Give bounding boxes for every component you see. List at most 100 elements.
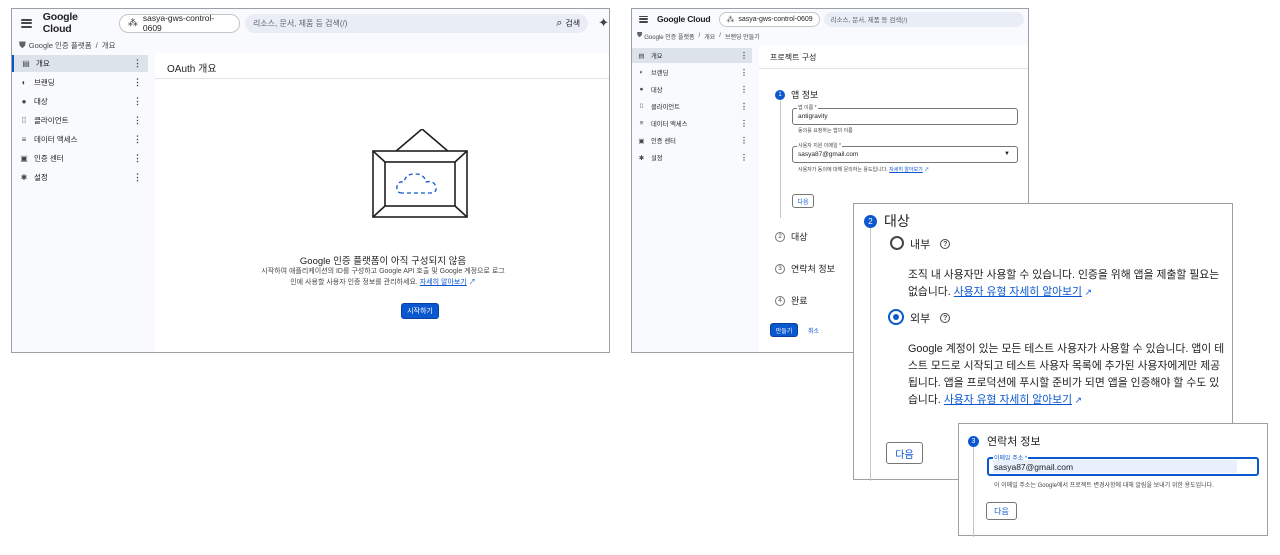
step-title: 완료 bbox=[791, 296, 808, 306]
google-cloud-logo[interactable]: Google Cloud bbox=[657, 14, 711, 24]
radio-label: 내부 bbox=[910, 239, 931, 251]
description-line: 조직 내 사용자만 사용할 수 있습니다. 인증을 위해 앱을 제출할 필요는 bbox=[908, 269, 1220, 281]
top-bar: Google Cloud ⁂ sasya-gws-control-0609 리소… bbox=[632, 9, 1028, 29]
search-bar[interactable]: 리소스, 문서, 제품 등 검색(/) bbox=[823, 11, 1024, 27]
app-name-input[interactable]: antigravity bbox=[798, 113, 828, 120]
sidebar-item-data-access[interactable]: ≡ 데이터 액세스 ⋮ bbox=[632, 116, 752, 131]
breadcrumb-item[interactable]: 개요 bbox=[704, 32, 715, 41]
sidebar-item-verification-center[interactable]: ▣ 인증 센터 ⋮ bbox=[12, 150, 148, 167]
search-input[interactable]: 리소스, 문서, 제품 등 검색(/) bbox=[253, 18, 348, 29]
internal-description: 조직 내 사용자만 사용할 수 있습니다. 인증을 위해 앱을 제출할 필요는 … bbox=[908, 267, 1219, 301]
breadcrumb-separator: / bbox=[95, 40, 98, 50]
sidebar-item-verification-center[interactable]: ▣ 인증 센터 ⋮ bbox=[632, 133, 752, 148]
sidebar-item-clients[interactable]: ⁞⁞ 클라이언트 ⋮ bbox=[632, 99, 752, 114]
menu-icon[interactable] bbox=[639, 15, 648, 23]
breadcrumb-item[interactable]: Google 인증 플랫폼 bbox=[29, 40, 92, 51]
step-title: 연락처 정보 bbox=[791, 264, 835, 274]
help-icon[interactable]: ? bbox=[940, 313, 951, 323]
sidebar-item-settings[interactable]: ✱ 설정 ⋮ bbox=[12, 169, 148, 186]
more-vert-icon[interactable]: ⋮ bbox=[740, 85, 748, 94]
sidebar-item-label: 데이터 액세스 bbox=[34, 135, 78, 144]
contact-email-field[interactable]: 이메일 주소 * sasya87@gmail.com bbox=[987, 453, 1259, 476]
project-icon: ⁂ bbox=[726, 14, 735, 24]
create-button[interactable]: 만들기 bbox=[770, 323, 798, 337]
gear-icon: ✱ bbox=[20, 173, 28, 182]
sidebar-item-overview[interactable]: ▤ 개요 ⋮ bbox=[12, 55, 148, 72]
empty-state-line: 시작하여 애플리케이션의 ID를 구성하고 Google API 호출 및 Go… bbox=[261, 268, 505, 275]
more-vert-icon[interactable]: ⋮ bbox=[133, 77, 142, 88]
step-title: 연락처 정보 bbox=[987, 436, 1041, 448]
next-button[interactable]: 다음 bbox=[986, 502, 1017, 520]
title-divider bbox=[155, 78, 609, 79]
google-cloud-logo[interactable]: Google Cloud bbox=[43, 11, 108, 35]
sidebar-item-data-access[interactable]: ≡ 데이터 액세스 ⋮ bbox=[12, 131, 148, 148]
project-picker[interactable]: ⁂ sasya-gws-control-0609 bbox=[719, 11, 820, 27]
support-email-field[interactable]: 사용자 지원 이메일 * sasya87@gmail.com ▼ bbox=[792, 142, 1018, 163]
step-contact-info: 3 연락처 정보 bbox=[968, 433, 1041, 449]
palette-icon: ◐ bbox=[21, 78, 27, 87]
sidebar-item-label: 클라이언트 bbox=[34, 116, 69, 125]
person-icon: ● bbox=[21, 97, 27, 106]
breadcrumb-item[interactable]: 개요 bbox=[102, 40, 116, 51]
more-vert-icon[interactable]: ⋮ bbox=[740, 136, 748, 145]
sidebar-item-audience[interactable]: ● 대상 ⋮ bbox=[12, 93, 148, 110]
sidebar-item-label: 데이터 액세스 bbox=[651, 121, 688, 128]
step-number: 3 bbox=[968, 435, 979, 447]
more-vert-icon[interactable]: ⋮ bbox=[133, 172, 142, 183]
open-in-new-icon: ↗ bbox=[922, 167, 930, 173]
more-vert-icon[interactable]: ⋮ bbox=[740, 119, 748, 128]
project-picker[interactable]: ⁂ sasya-gws-control-0609 bbox=[118, 13, 240, 33]
stepper-line bbox=[870, 228, 871, 481]
more-vert-icon[interactable]: ⋮ bbox=[133, 96, 142, 107]
more-vert-icon[interactable]: ⋮ bbox=[133, 134, 142, 145]
description-line: 습니다. bbox=[908, 394, 941, 406]
contact-email-input[interactable]: sasya87@gmail.com bbox=[993, 460, 1237, 473]
support-email-select[interactable]: sasya87@gmail.com bbox=[798, 151, 858, 158]
sidebar-item-branding[interactable]: ◐ 브랜딩 ⋮ bbox=[12, 74, 148, 91]
dropdown-arrow-icon[interactable]: ▼ bbox=[1004, 151, 1010, 157]
app-name-field[interactable]: 앱 이름 * antigravity bbox=[792, 104, 1018, 125]
more-vert-icon[interactable]: ⋮ bbox=[740, 68, 748, 77]
internal-radio[interactable] bbox=[890, 236, 904, 250]
shield-icon: ⛊ bbox=[19, 39, 26, 50]
project-name: sasya-gws-control-0609 bbox=[738, 15, 813, 23]
user-type-learn-more-link[interactable]: 사용자 유형 자세히 알아보기 bbox=[944, 394, 1072, 406]
step-app-info: 1 앱 정보 bbox=[775, 88, 818, 101]
breadcrumb: ⛊ Google 인증 플랫폼 / 개요 / 브랜딩 만들기 bbox=[637, 30, 760, 42]
more-vert-icon[interactable]: ⋮ bbox=[133, 115, 142, 126]
search-input[interactable]: 리소스, 문서, 제품 등 검색(/) bbox=[831, 14, 908, 24]
more-vert-icon[interactable]: ⋮ bbox=[740, 102, 748, 111]
project-icon: ⁂ bbox=[127, 17, 138, 29]
next-button[interactable]: 다음 bbox=[886, 442, 923, 464]
page-title: 프로젝트 구성 bbox=[770, 53, 817, 62]
learn-more-link[interactable]: 자세히 알아보기 bbox=[420, 279, 467, 286]
start-button[interactable]: 시작하기 bbox=[401, 303, 439, 319]
external-description: Google 계정이 있는 모든 테스트 사용자가 사용할 수 있습니다. 앱이… bbox=[908, 341, 1224, 409]
user-type-learn-more-link[interactable]: 사용자 유형 자세히 알아보기 bbox=[954, 286, 1082, 298]
menu-icon[interactable] bbox=[21, 18, 32, 28]
left-console-window: Google Cloud ⁂ sasya-gws-control-0609 리소… bbox=[11, 8, 610, 353]
breadcrumb-item[interactable]: Google 인증 플랫폼 bbox=[644, 32, 694, 41]
more-vert-icon[interactable]: ⋮ bbox=[133, 58, 142, 69]
support-email-label: 사용자 지원 이메일 * bbox=[797, 142, 842, 149]
more-vert-icon[interactable]: ⋮ bbox=[740, 153, 748, 162]
help-text: 사용자가 동의에 대해 문의하는 용도입니다. bbox=[798, 167, 888, 173]
search-button[interactable]: ⌕ 검색 bbox=[556, 17, 580, 30]
sidebar-item-audience[interactable]: ● 대상 ⋮ bbox=[632, 82, 752, 97]
cancel-button[interactable]: 취소 bbox=[808, 326, 819, 335]
sidebar-item-label: 개요 bbox=[651, 53, 663, 60]
help-icon[interactable]: ? bbox=[940, 239, 951, 249]
sidebar-item-settings[interactable]: ✱ 설정 ⋮ bbox=[632, 150, 752, 165]
more-vert-icon[interactable]: ⋮ bbox=[133, 153, 142, 164]
external-radio[interactable] bbox=[888, 309, 904, 325]
sidebar: ▤ 개요 ⋮ ◐ 브랜딩 ⋮ ● 대상 ⋮ ⁞⁞ 클라이언트 ⋮ ≡ 데이터 액… bbox=[12, 55, 148, 188]
learn-more-link[interactable]: 자세히 알아보기 bbox=[889, 167, 923, 173]
gemini-sparkle-icon[interactable]: ✦ bbox=[598, 15, 609, 31]
next-button[interactable]: 다음 bbox=[792, 194, 814, 208]
sidebar-item-branding[interactable]: ◐ 브랜딩 ⋮ bbox=[632, 65, 752, 80]
more-vert-icon[interactable]: ⋮ bbox=[740, 51, 748, 60]
sidebar-item-overview[interactable]: ▤ 개요 ⋮ bbox=[632, 48, 752, 63]
shield-icon: ⛊ bbox=[637, 32, 643, 39]
sidebar-item-clients[interactable]: ⁞⁞ 클라이언트 ⋮ bbox=[12, 112, 148, 129]
search-bar[interactable]: 리소스, 문서, 제품 등 검색(/) ⌕ 검색 bbox=[244, 13, 589, 33]
